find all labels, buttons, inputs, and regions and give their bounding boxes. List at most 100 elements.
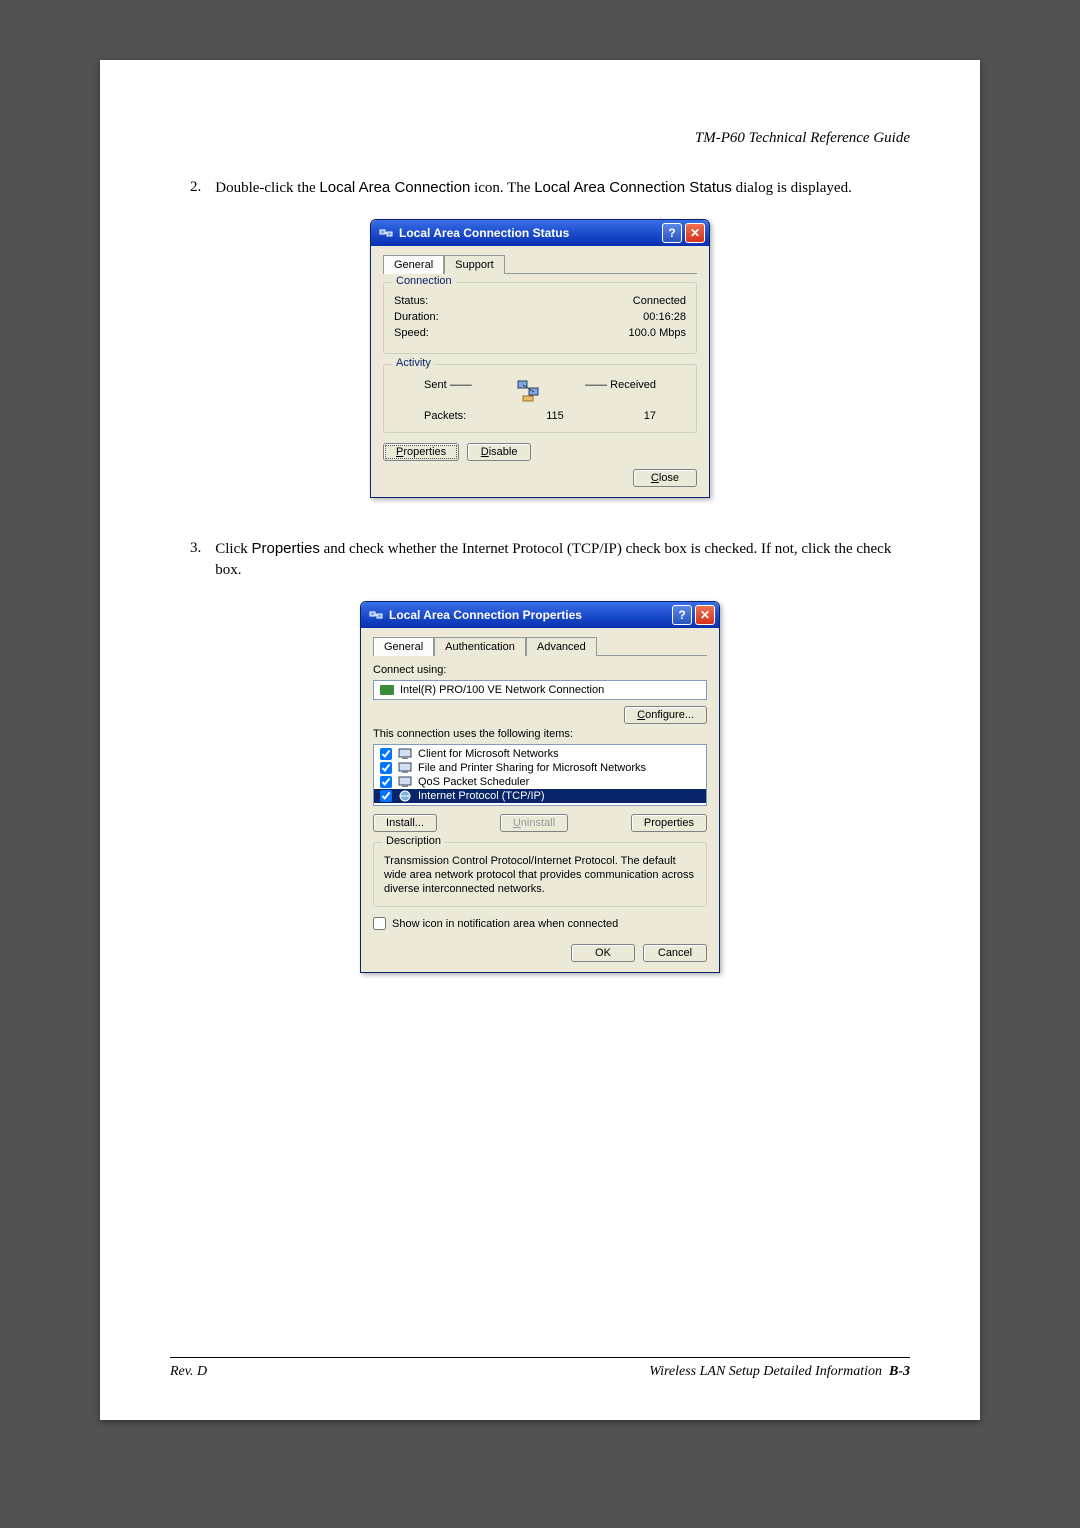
footer-page-number: B-3 <box>889 1364 910 1379</box>
uninstall-button[interactable]: Uninstall <box>500 814 568 832</box>
service-icon <box>398 762 412 774</box>
protocol-icon <box>398 790 412 802</box>
received-label: —— Received <box>585 379 656 406</box>
dialog-title: Local Area Connection Status <box>399 226 659 240</box>
button-row: Properties Disable <box>383 443 697 461</box>
install-button[interactable]: Install... <box>373 814 437 832</box>
group-legend: Activity <box>392 357 435 369</box>
status-label: Status: <box>394 295 428 307</box>
step-text: Double-click the Local Area Connection i… <box>215 177 852 199</box>
speed-label: Speed: <box>394 327 429 339</box>
adapter-name: Intel(R) PRO/100 VE Network Connection <box>400 684 604 696</box>
step-number: 2. <box>190 177 201 199</box>
footer-buttons: Close <box>383 469 697 487</box>
dialog-body: General Authentication Advanced Connect … <box>361 628 719 972</box>
packets-label: Packets: <box>424 410 466 422</box>
received-value: 17 <box>644 410 656 422</box>
duration-label: Duration: <box>394 311 439 323</box>
description-text: Transmission Control Protocol/Internet P… <box>384 855 696 896</box>
list-item-label: Internet Protocol (TCP/IP) <box>418 790 545 802</box>
list-item-checkbox[interactable] <box>380 748 392 760</box>
list-item[interactable]: Client for Microsoft Networks <box>374 747 706 761</box>
status-dialog: Local Area Connection Status ? ✕ General… <box>370 219 710 498</box>
ok-button[interactable]: OK <box>571 944 635 962</box>
status-row: Status: Connected <box>394 295 686 307</box>
activity-group: Activity Sent —— —— Received Packets: 11… <box>383 364 697 433</box>
show-icon-label: Show icon in notification area when conn… <box>392 918 618 930</box>
duration-value: 00:16:28 <box>643 311 686 323</box>
group-legend: Description <box>382 835 445 847</box>
titlebar[interactable]: Local Area Connection Properties ? ✕ <box>361 602 719 628</box>
properties-dialog: Local Area Connection Properties ? ✕ Gen… <box>360 601 720 973</box>
adapter-field[interactable]: Intel(R) PRO/100 VE Network Connection <box>373 680 707 700</box>
connection-icon <box>379 226 393 240</box>
connection-icon <box>369 608 383 622</box>
list-item[interactable]: File and Printer Sharing for Microsoft N… <box>374 761 706 775</box>
ui-term: Properties <box>252 540 320 557</box>
speed-row: Speed: 100.0 Mbps <box>394 327 686 339</box>
document-page: TM-P60 Technical Reference Guide 2. Doub… <box>100 60 980 1420</box>
close-button[interactable]: ✕ <box>685 223 705 243</box>
connect-using-label: Connect using: <box>373 664 707 676</box>
text-fragment: icon. The <box>470 180 534 196</box>
step-3: 3. Click Properties and check whether th… <box>190 538 910 581</box>
tabs: General Support <box>383 254 697 274</box>
configure-button[interactable]: Configure... <box>624 706 707 724</box>
titlebar[interactable]: Local Area Connection Status ? ✕ <box>371 220 709 246</box>
step-number: 3. <box>190 538 201 581</box>
step-2: 2. Double-click the Local Area Connectio… <box>190 177 910 199</box>
ui-term: Local Area Connection <box>319 179 470 196</box>
sent-label: Sent —— <box>424 379 472 406</box>
service-icon <box>398 776 412 788</box>
tab-general[interactable]: General <box>383 255 444 274</box>
step-text: Click Properties and check whether the I… <box>215 538 910 581</box>
close-dialog-button[interactable]: Close <box>633 469 697 487</box>
connection-group: Connection Status: Connected Duration: 0… <box>383 282 697 354</box>
items-label: This connection uses the following items… <box>373 728 707 740</box>
cancel-button[interactable]: Cancel <box>643 944 707 962</box>
tab-authentication[interactable]: Authentication <box>434 637 526 656</box>
show-icon-checkbox[interactable] <box>373 917 386 930</box>
activity-header: Sent —— —— Received <box>424 379 656 406</box>
components-listbox[interactable]: Client for Microsoft Networks File and P… <box>373 744 707 806</box>
list-item-selected[interactable]: Internet Protocol (TCP/IP) <box>374 789 706 803</box>
footer-right: Wireless LAN Setup Detailed Information … <box>649 1364 910 1380</box>
text-fragment: dialog is displayed. <box>732 180 852 196</box>
nic-icon <box>380 685 394 695</box>
ui-term: Local Area Connection Status <box>534 179 732 196</box>
list-item-checkbox[interactable] <box>380 776 392 788</box>
tab-general[interactable]: General <box>373 637 434 656</box>
properties-button[interactable]: Properties <box>383 443 459 461</box>
activity-icon <box>514 379 542 406</box>
duration-row: Duration: 00:16:28 <box>394 311 686 323</box>
list-item-label: QoS Packet Scheduler <box>418 776 529 788</box>
list-item-label: File and Printer Sharing for Microsoft N… <box>418 762 646 774</box>
list-item-label: Client for Microsoft Networks <box>418 748 559 760</box>
show-icon-row[interactable]: Show icon in notification area when conn… <box>373 917 707 930</box>
group-legend: Connection <box>392 275 456 287</box>
close-button[interactable]: ✕ <box>695 605 715 625</box>
footer-revision: Rev. D <box>170 1364 207 1380</box>
client-icon <box>398 748 412 760</box>
list-item-checkbox[interactable] <box>380 762 392 774</box>
description-group: Description Transmission Control Protoco… <box>373 842 707 907</box>
text-fragment: Click <box>215 541 251 557</box>
dialog-body: General Support Connection Status: Conne… <box>371 246 709 497</box>
tab-advanced[interactable]: Advanced <box>526 637 597 656</box>
footer-section-title: Wireless LAN Setup Detailed Information <box>649 1364 882 1379</box>
help-button[interactable]: ? <box>662 223 682 243</box>
tabs: General Authentication Advanced <box>373 636 707 656</box>
sent-value: 115 <box>546 410 564 422</box>
list-item[interactable]: QoS Packet Scheduler <box>374 775 706 789</box>
text-fragment: Double-click the <box>215 180 319 196</box>
page-header-title: TM-P60 Technical Reference Guide <box>170 130 910 147</box>
speed-value: 100.0 Mbps <box>629 327 686 339</box>
disable-button[interactable]: Disable <box>467 443 531 461</box>
item-properties-button[interactable]: Properties <box>631 814 707 832</box>
page-footer: Rev. D Wireless LAN Setup Detailed Infor… <box>170 1357 910 1380</box>
help-button[interactable]: ? <box>672 605 692 625</box>
tab-support[interactable]: Support <box>444 255 505 274</box>
list-item-checkbox[interactable] <box>380 790 392 802</box>
dialog-title: Local Area Connection Properties <box>389 608 669 622</box>
status-value: Connected <box>633 295 686 307</box>
